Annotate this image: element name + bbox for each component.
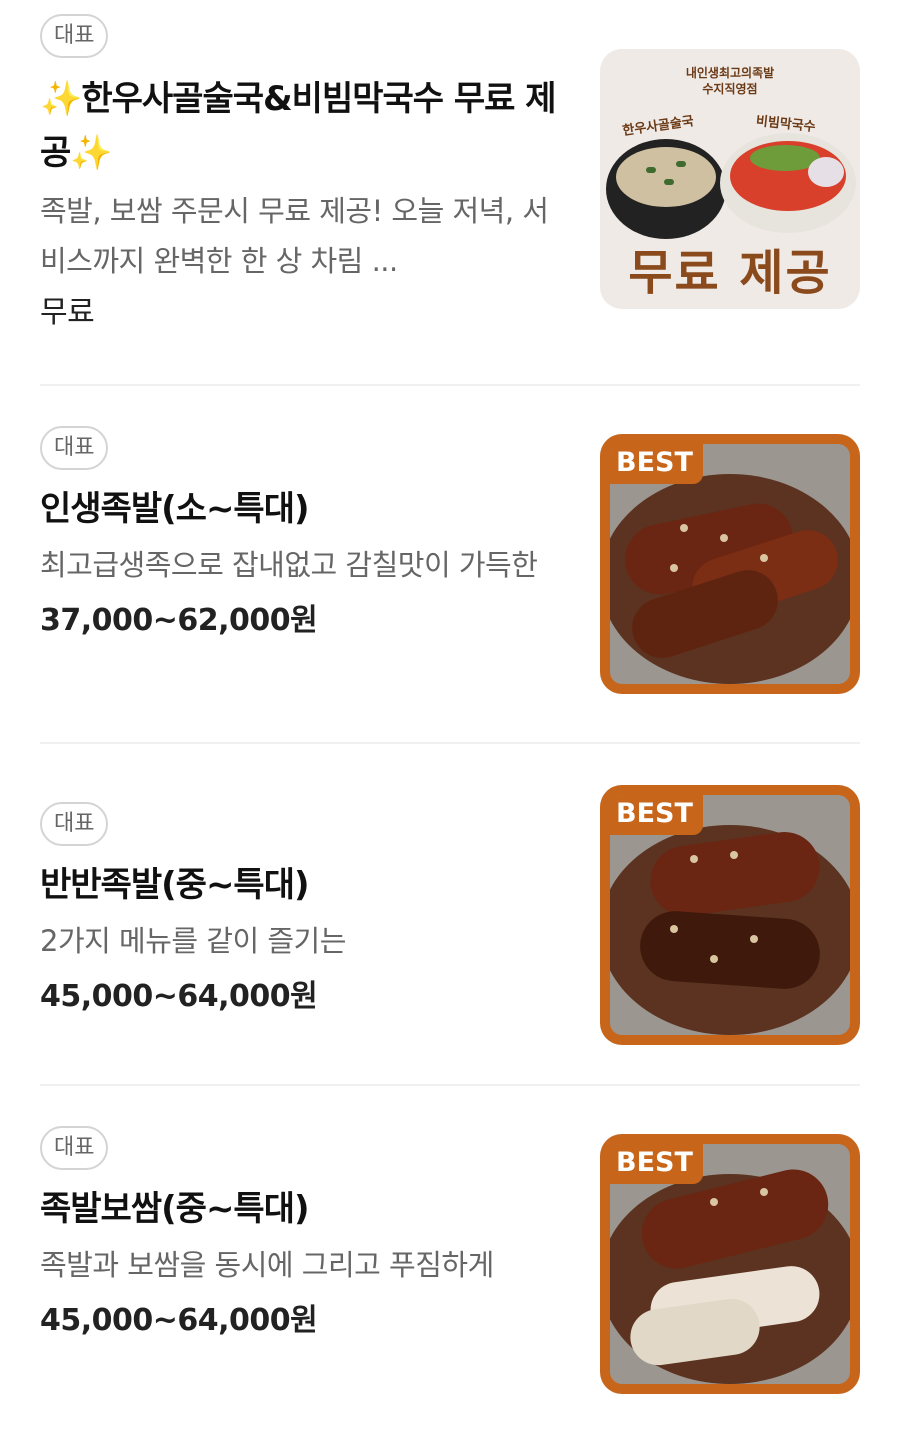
menu-item-free-service[interactable]: 대표 ✨한우사골술국&비빔막국수 무료 제공✨ 족발, 보쌈 주문시 무료 제공… — [0, 0, 900, 385]
representative-badge: 대표 — [40, 1126, 109, 1170]
menu-item-text: 대표 ✨한우사골술국&비빔막국수 무료 제공✨ 족발, 보쌈 주문시 무료 제공… — [40, 14, 570, 340]
menu-item-title: 족발보쌈(중~특대) — [40, 1189, 310, 1229]
representative-badge: 대표 — [40, 802, 109, 846]
noodle-bowl-illustration — [720, 133, 856, 233]
menu-item-description: 족발, 보쌈 주문시 무료 제공! 오늘 저녁, 서비스까지 완벽한 한 상 차… — [40, 194, 549, 278]
promo-store-name: 내인생최고의족발 수지직영점 — [685, 66, 775, 96]
menu-item-text: 대표 인생족발(소~특대) 최고급생족으로 잡내없고 감칠맛이 가득한 37,0… — [40, 426, 570, 648]
menu-item-description: 최고급생족으로 잡내없고 감칠맛이 가득한 — [40, 548, 538, 582]
menu-item-text: 대표 반반족발(중~특대) 2가지 메뉴를 같이 즐기는 45,000~64,0… — [40, 802, 570, 1024]
menu-item-insaeng-jokbal[interactable]: 대표 인생족발(소~특대) 최고급생족으로 잡내없고 감칠맛이 가득한 37,0… — [0, 386, 900, 743]
best-tag: BEST — [610, 444, 703, 484]
representative-badge: 대표 — [40, 14, 109, 58]
promo-label-soup: 한우사골술국 — [621, 114, 695, 139]
best-tag: BEST — [610, 1144, 703, 1184]
promo-label-noodle: 비빔막국수 — [755, 113, 817, 136]
menu-item-jokbal-bossam[interactable]: 대표 족발보쌈(중~특대) 족발과 보쌈을 동시에 그리고 푸짐하게 45,00… — [0, 1086, 900, 1432]
menu-item-description: 족발과 보쌈을 동시에 그리고 푸짐하게 — [40, 1248, 494, 1282]
menu-item-title: 인생족발(소~특대) — [40, 489, 310, 529]
menu-item-banban-jokbal[interactable]: 대표 반반족발(중~특대) 2가지 메뉴를 같이 즐기는 45,000~64,0… — [0, 744, 900, 1085]
menu-item-price: 무료 — [40, 295, 95, 330]
best-tag: BEST — [610, 795, 703, 835]
menu-item-price: 37,000~62,000원 — [40, 603, 318, 638]
menu-item-image[interactable]: BEST — [600, 1134, 860, 1394]
menu-item-image[interactable]: BEST — [600, 434, 860, 694]
menu-item-text: 대표 족발보쌈(중~특대) 족발과 보쌈을 동시에 그리고 푸짐하게 45,00… — [40, 1126, 570, 1348]
menu-item-image[interactable]: BEST — [600, 785, 860, 1045]
menu-item-title: 반반족발(중~특대) — [40, 865, 310, 905]
menu-list: 대표 ✨한우사골술국&비빔막국수 무료 제공✨ 족발, 보쌈 주문시 무료 제공… — [0, 0, 900, 1432]
menu-item-price: 45,000~64,000원 — [40, 979, 318, 1014]
menu-item-description: 2가지 메뉴를 같이 즐기는 — [40, 924, 346, 958]
menu-item-price: 45,000~64,000원 — [40, 1303, 318, 1338]
promo-big-text: 무료 제공 — [628, 245, 832, 301]
menu-item-title: ✨한우사골술국&비빔막국수 무료 제공✨ — [40, 79, 557, 173]
soup-bowl-illustration — [606, 139, 726, 239]
representative-badge: 대표 — [40, 426, 109, 470]
menu-item-image[interactable]: 내인생최고의족발 수지직영점 한우사골술국 비빔막국수 무료 제공 — [600, 49, 860, 309]
